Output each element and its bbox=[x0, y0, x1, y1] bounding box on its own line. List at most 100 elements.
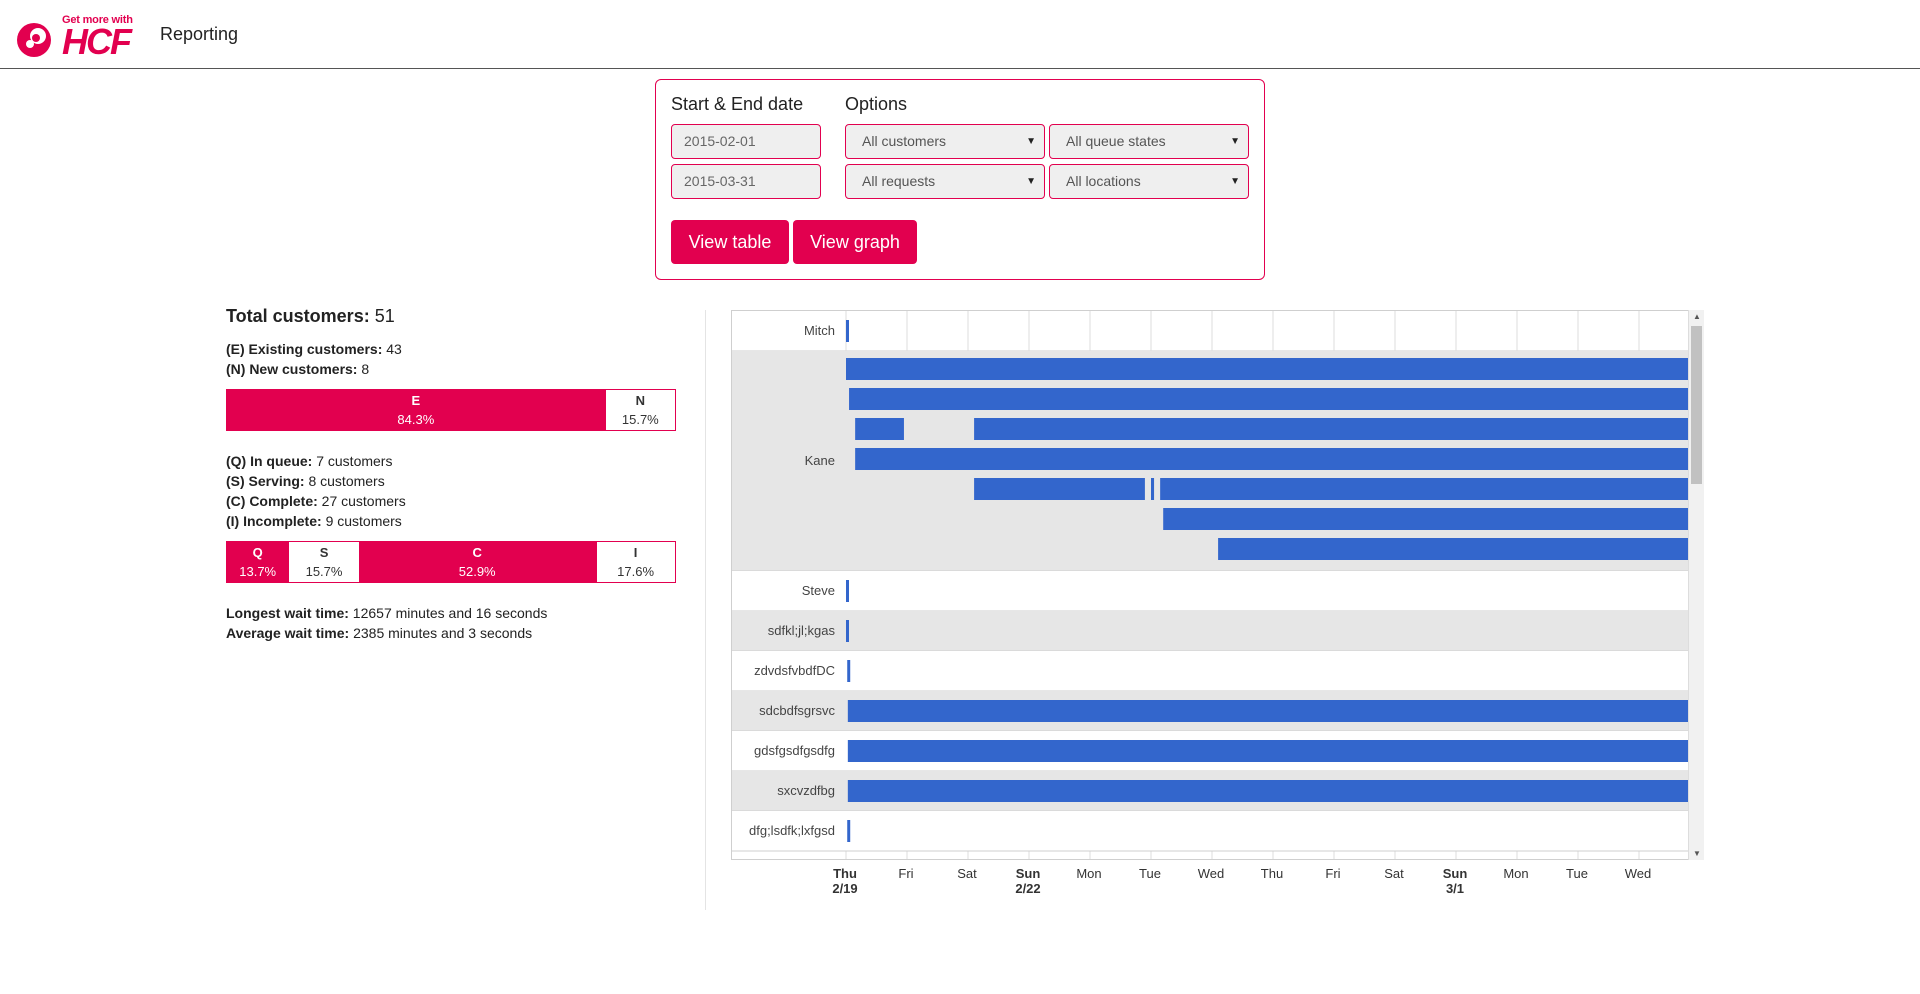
axis-tick-label: Sat bbox=[937, 866, 997, 881]
timeline-bar[interactable] bbox=[1218, 538, 1689, 560]
average-label: Average wait time: bbox=[226, 625, 350, 641]
timeline-bar[interactable] bbox=[974, 478, 1145, 500]
timeline-bar[interactable] bbox=[846, 320, 849, 342]
timeline-bar[interactable] bbox=[847, 820, 851, 842]
segment-key: C bbox=[472, 545, 482, 560]
segment-percent: 15.7% bbox=[621, 412, 659, 427]
timeline-bar[interactable] bbox=[1163, 508, 1689, 530]
in-queue-stat: (Q) In queue: 7 customers bbox=[226, 451, 392, 471]
timeline-bar[interactable] bbox=[849, 388, 1689, 410]
axis-tick-label: Sun 2/22 bbox=[998, 866, 1058, 896]
bar-segment-n: N 15.7% bbox=[604, 390, 675, 430]
locations-select-value: All locations bbox=[1066, 173, 1141, 189]
incomplete-label: (I) Incomplete: bbox=[226, 513, 322, 529]
timeline-bar[interactable] bbox=[846, 620, 849, 642]
serving-value: 8 customers bbox=[308, 473, 385, 489]
timeline-bar[interactable] bbox=[847, 660, 851, 682]
timeline-svg: Mitch Kane Steve sdfkl;jl;kgas zdvdsfvbdfDC s… bbox=[732, 311, 1703, 859]
longest-value: 12657 minutes and 16 seconds bbox=[352, 605, 548, 621]
serving-stat: (S) Serving: 8 customers bbox=[226, 471, 385, 491]
timeline-row-label: zdvdsfvbdfDC bbox=[754, 663, 835, 678]
timeline-row-label: sxcvzdfbg bbox=[777, 783, 835, 798]
scroll-up-icon[interactable]: ▲ bbox=[1693, 312, 1701, 321]
queue-states-select[interactable]: All queue states ▼ bbox=[1049, 124, 1249, 159]
axis-day: Tue bbox=[1566, 866, 1588, 881]
customers-select[interactable]: All customers ▼ bbox=[845, 124, 1045, 159]
axis-day: Fri bbox=[1325, 866, 1341, 881]
view-graph-button[interactable]: View graph bbox=[793, 220, 917, 264]
longest-label: Longest wait time: bbox=[226, 605, 349, 621]
options-label: Options bbox=[845, 94, 908, 114]
hcf-logo-mark-icon bbox=[17, 23, 51, 57]
requests-select-value: All requests bbox=[862, 173, 936, 189]
timeline-bar[interactable] bbox=[847, 700, 1689, 722]
axis-day: Fri bbox=[898, 866, 914, 881]
total-customers-value: 51 bbox=[374, 306, 395, 326]
segment-key: E bbox=[411, 393, 421, 408]
bar-segment-q: Q 13.7% bbox=[227, 542, 289, 582]
timeline-bar[interactable] bbox=[1151, 478, 1155, 500]
timeline-row-bg bbox=[732, 311, 1703, 351]
logo-brand: HCF bbox=[62, 21, 132, 62]
complete-value: 27 customers bbox=[321, 493, 406, 509]
timeline-bar[interactable] bbox=[846, 580, 849, 602]
axis-day: Sun bbox=[1442, 866, 1468, 881]
axis-tick-label: Tue bbox=[1120, 866, 1180, 881]
start-date-input[interactable]: 2015-02-01 bbox=[671, 124, 821, 159]
complete-label: (C) Complete: bbox=[226, 493, 318, 509]
segment-key: Q bbox=[252, 545, 263, 560]
axis-tick-label: Wed bbox=[1608, 866, 1668, 881]
timeline-bar[interactable] bbox=[974, 418, 1689, 440]
average-value: 2385 minutes and 3 seconds bbox=[353, 625, 533, 641]
end-date-input[interactable]: 2015-03-31 bbox=[671, 164, 821, 199]
segment-key: S bbox=[319, 545, 329, 560]
requests-select[interactable]: All requests ▼ bbox=[845, 164, 1045, 199]
date-range-label: Start & End date bbox=[671, 94, 804, 114]
locations-select[interactable]: All locations ▼ bbox=[1049, 164, 1249, 199]
scroll-down-icon[interactable]: ▼ bbox=[1693, 849, 1701, 858]
average-wait: Average wait time: 2385 minutes and 3 se… bbox=[226, 623, 532, 643]
timeline-row-label: gdsfgsdfgsdfg bbox=[754, 743, 835, 758]
new-customers: (N) New customers: 8 bbox=[226, 359, 369, 379]
chevron-down-icon: ▼ bbox=[1230, 136, 1240, 147]
new-value: 8 bbox=[361, 361, 370, 377]
queue-states-select-value: All queue states bbox=[1066, 133, 1166, 149]
bar-segment-e: E 84.3% bbox=[227, 390, 605, 430]
timeline-bar[interactable] bbox=[1160, 478, 1689, 500]
timeline-row-label: Kane bbox=[805, 453, 835, 468]
incomplete-value: 9 customers bbox=[325, 513, 402, 529]
timeline-bar[interactable] bbox=[847, 780, 1689, 802]
segment-percent: 13.7% bbox=[239, 564, 277, 579]
new-label: (N) New customers: bbox=[226, 361, 358, 377]
axis-day: Sat bbox=[1384, 866, 1404, 881]
total-customers: Total customers: 51 bbox=[226, 306, 395, 327]
timeline-row-bg bbox=[732, 571, 1703, 611]
segment-percent: 15.7% bbox=[305, 564, 343, 579]
axis-day: Tue bbox=[1139, 866, 1161, 881]
axis-date: 3/1 bbox=[1445, 881, 1465, 896]
timeline-row-bg bbox=[732, 651, 1703, 691]
incomplete-stat: (I) Incomplete: 9 customers bbox=[226, 511, 402, 531]
timeline-axis: Thu 2/19 Fri Sat Sun 2/22 Mon Tue Wed Thu Fri Sat Su… bbox=[731, 866, 1704, 906]
chevron-down-icon: ▼ bbox=[1026, 136, 1036, 147]
timeline-chart[interactable]: Mitch Kane Steve sdfkl;jl;kgas zdvdsfvbdfDC s… bbox=[731, 310, 1704, 860]
existing-customers: (E) Existing customers: 43 bbox=[226, 339, 402, 359]
timeline-row-label: Steve bbox=[802, 583, 835, 598]
queue-value: 7 customers bbox=[316, 453, 393, 469]
timeline-bar[interactable] bbox=[846, 358, 1689, 380]
axis-tick-label: Wed bbox=[1181, 866, 1241, 881]
timeline-bar[interactable] bbox=[855, 418, 904, 440]
timeline-bar[interactable] bbox=[855, 448, 1689, 470]
timeline-row-bg bbox=[732, 611, 1703, 651]
axis-day: Sun bbox=[1015, 866, 1041, 881]
axis-tick-label: Sat bbox=[1364, 866, 1424, 881]
timeline-bar[interactable] bbox=[847, 740, 1689, 762]
hcf-logo[interactable]: Get more with HCF bbox=[14, 14, 144, 62]
axis-tick-label: Thu 2/19 bbox=[815, 866, 875, 896]
total-customers-label: Total customers: bbox=[226, 306, 370, 326]
scrollbar-thumb[interactable] bbox=[1691, 326, 1702, 484]
segment-percent: 84.3% bbox=[397, 412, 435, 427]
view-table-button[interactable]: View table bbox=[671, 220, 789, 264]
timeline-scrollbar[interactable]: ▲ ▼ bbox=[1688, 310, 1704, 860]
queue-state-bar: Q 13.7% S 15.7% C 52.9% I 17.6% bbox=[226, 541, 676, 583]
